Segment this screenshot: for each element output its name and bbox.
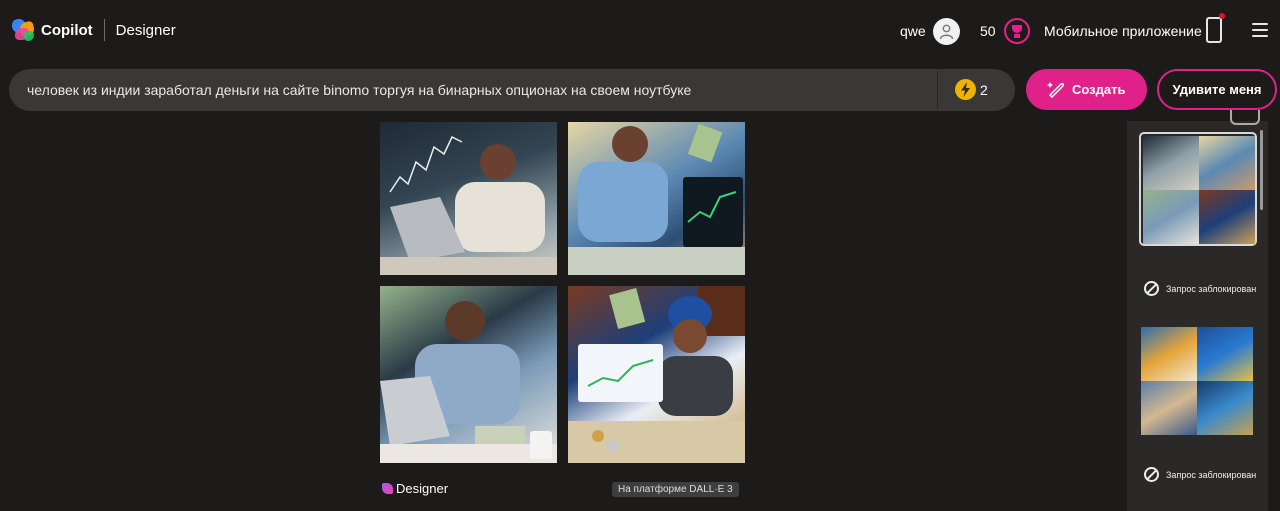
result-image-4[interactable]	[568, 286, 745, 463]
designer-logo-icon	[382, 483, 393, 494]
result-image-1[interactable]	[380, 122, 557, 275]
blocked-label: Запрос заблокирован	[1166, 469, 1257, 480]
boost-count[interactable]: 50	[980, 23, 996, 39]
man-with-cash-image-icon	[568, 123, 745, 275]
blocked-icon	[1144, 467, 1159, 482]
mobile-app-link[interactable]: Мобильное приложение	[1044, 23, 1202, 39]
notification-dot	[1219, 13, 1225, 19]
surprise-me-button[interactable]: Удивите меня	[1157, 69, 1277, 110]
user-name[interactable]: qwe	[900, 23, 926, 39]
blocked-label: Запрос заблокирован	[1166, 283, 1257, 294]
user-icon	[939, 24, 954, 40]
designer-footer-label: Designer	[396, 481, 449, 496]
blocked-icon	[1144, 281, 1159, 296]
prompt-divider	[937, 71, 938, 109]
boost-coin-icon	[955, 79, 976, 100]
history-scrollbar[interactable]	[1260, 130, 1263, 210]
designer-footer-logo: Designer	[382, 481, 448, 496]
create-sparkle-icon	[1047, 82, 1065, 98]
phone-icon[interactable]	[1206, 13, 1225, 43]
copilot-logo-icon	[12, 19, 34, 41]
rewards-trophy-icon[interactable]	[1004, 18, 1030, 44]
result-image-3[interactable]	[380, 286, 557, 463]
history-item-blocked[interactable]: Запрос заблокирован	[1144, 281, 1256, 296]
top-bar: Copilot Designer qwe 50 Мобильное прилож…	[0, 0, 1280, 62]
trader-laptop-image-icon	[380, 135, 557, 275]
dalle-badge: На платформе DALL·E 3	[612, 482, 739, 497]
create-button-label: Создать	[1072, 82, 1126, 97]
brand-name: Copilot	[41, 21, 93, 39]
avatar[interactable]	[933, 18, 960, 45]
result-image-2[interactable]	[568, 122, 745, 275]
man-typing-laptop-image-icon	[380, 301, 557, 463]
boost-coin-count: 2	[980, 82, 988, 98]
hamburger-menu-icon[interactable]	[1252, 23, 1268, 37]
sikh-man-binomo-image-icon	[568, 286, 745, 463]
brand-divider	[103, 19, 105, 41]
prompt-input[interactable]: человек из индии заработал деньги на сай…	[9, 69, 1015, 111]
brand[interactable]: Copilot Designer	[12, 19, 176, 41]
create-button[interactable]: Создать	[1026, 69, 1147, 110]
product-name: Designer	[115, 21, 176, 39]
history-item[interactable]	[1139, 325, 1257, 439]
prompt-text[interactable]: человек из индии заработал деньги на сай…	[27, 82, 691, 98]
history-item-blocked[interactable]: Запрос заблокирован	[1144, 467, 1256, 482]
history-item-selected[interactable]	[1139, 132, 1257, 246]
history-previous-item[interactable]	[1230, 110, 1260, 125]
